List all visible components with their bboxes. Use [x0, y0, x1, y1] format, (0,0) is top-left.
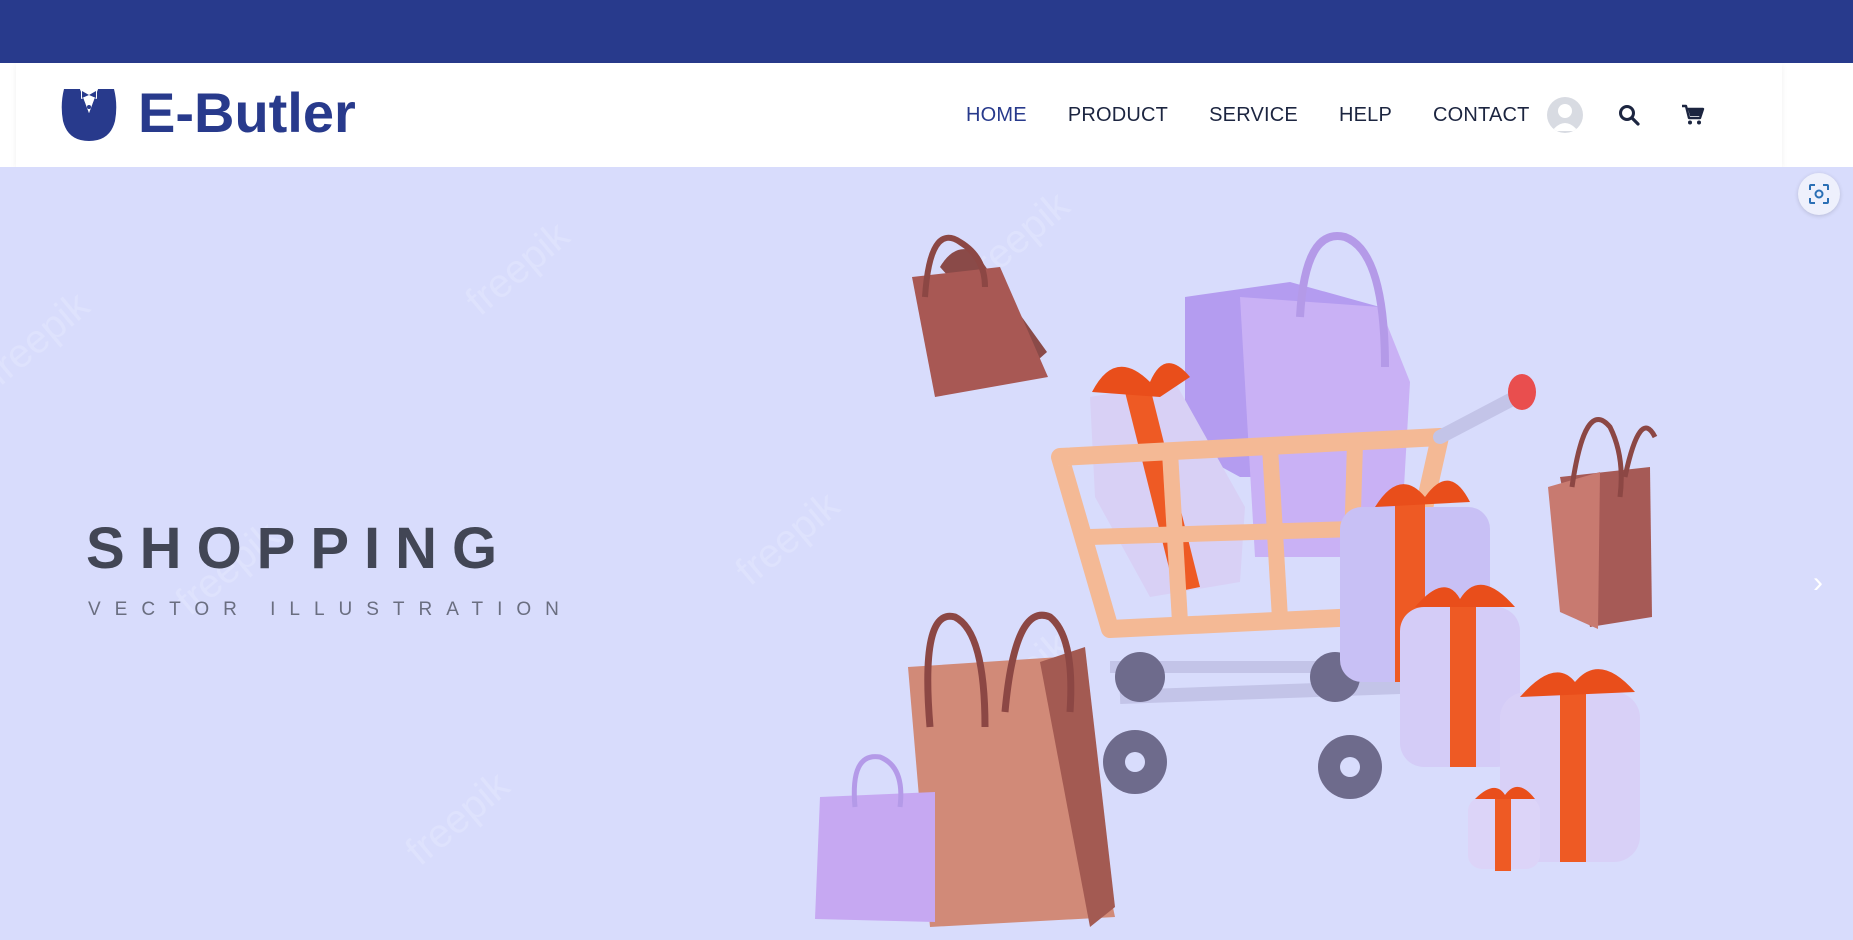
main-menu: HOME PRODUCT SERVICE HELP CONTACT: [966, 63, 1571, 167]
nav-product[interactable]: PRODUCT: [1068, 104, 1168, 127]
cart-icon[interactable]: [1681, 103, 1705, 127]
search-icon[interactable]: [1617, 103, 1641, 127]
chevron-right-icon[interactable]: ›: [1813, 566, 1823, 600]
hero-subtitle: VECTOR ILLUSTRATION: [88, 599, 573, 620]
scan-icon: [1809, 184, 1829, 204]
watermark-text: freepik: [398, 762, 519, 874]
user-avatar[interactable]: [1547, 97, 1583, 133]
shopping-bag-lavender-small: [815, 754, 935, 922]
watermark-text: freepik: [458, 212, 579, 324]
brand-logo[interactable]: E-Butler: [60, 83, 356, 143]
navbar: E-Butler HOME PRODUCT SERVICE HELP CONTA…: [16, 63, 1782, 167]
hero-banner: freepik freepik freepik freepik freepik …: [0, 167, 1853, 940]
brand-name: E-Butler: [138, 81, 356, 144]
user-icon: [1552, 104, 1578, 131]
shopping-bag-brown-right: [1548, 417, 1658, 629]
shopping-bag-brown-small: [912, 234, 1048, 397]
nav-service[interactable]: SERVICE: [1209, 104, 1298, 127]
tuxedo-logo-icon: [61, 89, 117, 141]
scan-button[interactable]: [1798, 173, 1840, 215]
nav-home[interactable]: HOME: [966, 104, 1027, 127]
top-banner: [0, 0, 1853, 63]
watermark-text: freepik: [728, 482, 849, 594]
hero-title: SHOPPING: [86, 516, 513, 581]
shopping-bag-brown-large: [908, 611, 1115, 927]
watermark-text: freepik: [0, 282, 99, 394]
header-actions: [1547, 63, 1745, 167]
nav-help[interactable]: HELP: [1339, 104, 1392, 127]
nav-contact[interactable]: CONTACT: [1433, 104, 1530, 127]
